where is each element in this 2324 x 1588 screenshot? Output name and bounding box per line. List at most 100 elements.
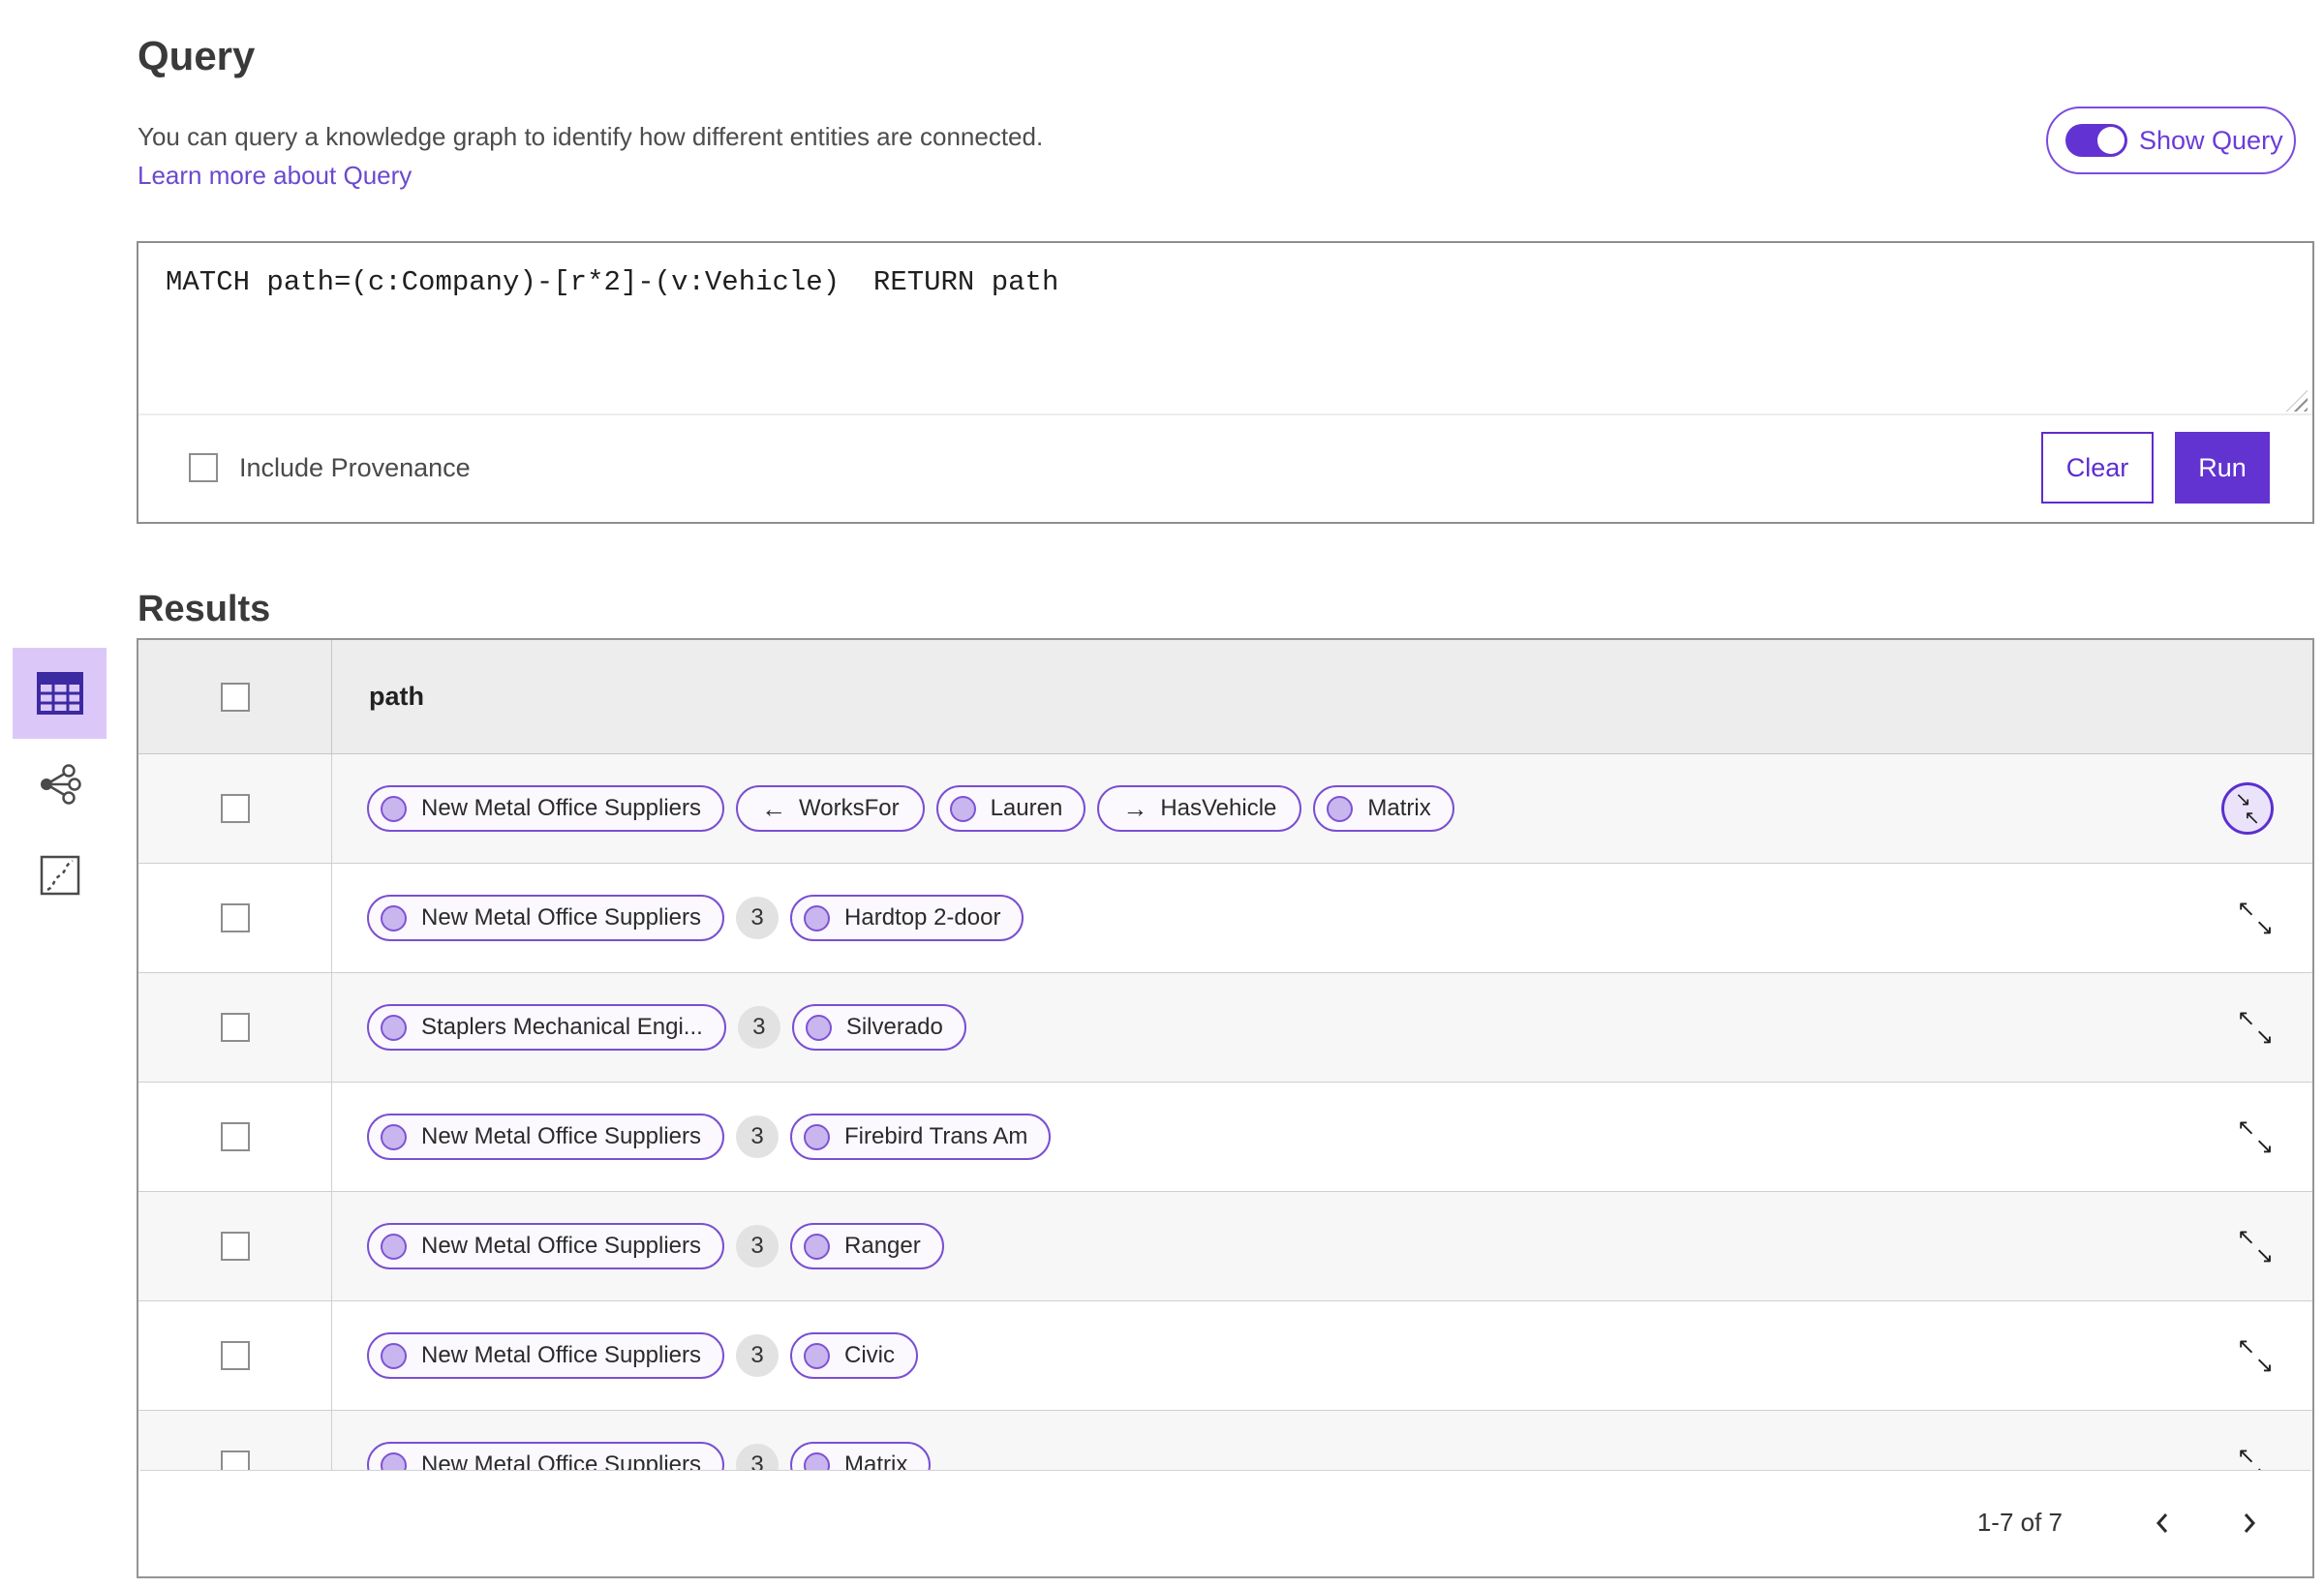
entity-pill[interactable]: Staplers Mechanical Engi... — [367, 1004, 726, 1051]
link-chart-view-icon — [40, 764, 81, 805]
row-checkbox[interactable] — [220, 794, 250, 823]
expand-slot: ↖↘ — [2237, 1115, 2274, 1158]
expand-icon[interactable]: ↖↘ — [2237, 1224, 2274, 1267]
collapsed-count-badge[interactable]: 3 — [737, 1006, 780, 1049]
path-pills: New Metal Office Suppliers 3 Ranger — [367, 1223, 2237, 1269]
select-all-cell — [138, 640, 332, 753]
show-query-toggle[interactable]: Show Query — [2046, 107, 2296, 174]
previous-page-button[interactable] — [2142, 1502, 2185, 1544]
row-checkbox[interactable] — [220, 1122, 250, 1151]
query-footer: Include Provenance Clear Run — [138, 415, 2312, 520]
expand-slot: ↖↘ — [2237, 1005, 2274, 1049]
entity-pill[interactable]: Civic — [790, 1332, 919, 1379]
relationship-label: HasVehicle — [1160, 795, 1277, 821]
entity-pill[interactable]: Hardtop 2-door — [790, 895, 1024, 941]
arrow-se-icon: ↘ — [2254, 914, 2274, 939]
collapsed-count-badge[interactable]: 3 — [736, 1225, 780, 1267]
entity-icon — [804, 904, 831, 931]
arrow-nw-icon: ↖ — [2237, 896, 2256, 921]
entity-pill[interactable]: Ranger — [790, 1223, 944, 1269]
row-checkbox[interactable] — [220, 1451, 250, 1472]
map-view-button[interactable] — [13, 830, 107, 921]
entity-pill[interactable]: Matrix — [790, 1442, 932, 1472]
arrow-nw-icon: ↖ — [2237, 1115, 2256, 1140]
entity-icon — [381, 1342, 407, 1369]
expand-slot: ↖↘ — [2237, 896, 2274, 939]
entity-icon — [804, 1233, 831, 1260]
row-path-cell: New Metal Office Suppliers ← WorksFor Laure… — [332, 754, 2312, 863]
entity-pill[interactable]: New Metal Office Suppliers — [367, 1223, 725, 1269]
collapsed-count-badge[interactable]: 3 — [736, 897, 780, 939]
next-page-button[interactable] — [2227, 1502, 2270, 1544]
learn-more-link[interactable]: Learn more about Query — [138, 161, 412, 191]
query-description: You can query a knowledge graph to ident… — [138, 122, 1044, 151]
row-checkbox-cell — [138, 1192, 332, 1300]
link-chart-view-button[interactable] — [13, 739, 107, 830]
entity-pill[interactable]: New Metal Office Suppliers — [367, 1442, 725, 1472]
expand-icon[interactable]: ↖↘ — [2237, 1005, 2274, 1049]
entity-icon — [381, 904, 407, 931]
show-query-label: Show Query — [2139, 125, 2283, 155]
entity-pill[interactable]: New Metal Office Suppliers — [367, 895, 725, 941]
row-path-cell: Staplers Mechanical Engi... 3 Silverado ↖ ↘ — [332, 973, 2312, 1082]
expand-slot: ↘ ↖ — [2221, 782, 2274, 835]
query-textarea[interactable]: MATCH path=(c:Company)-[r*2]-(v:Vehicle)… — [138, 243, 2312, 415]
relationship-pill[interactable]: ← WorksFor — [736, 785, 925, 832]
expand-icon[interactable]: ↖↘ — [2237, 896, 2274, 939]
clear-button[interactable]: Clear — [2041, 432, 2154, 504]
pagination-bar: 1-7 of 7 — [140, 1470, 2310, 1574]
select-all-checkbox[interactable] — [220, 682, 250, 712]
view-mode-sidebar — [13, 648, 107, 921]
run-button[interactable]: Run — [2175, 432, 2270, 504]
collapsed-count-badge[interactable]: 3 — [736, 1444, 780, 1472]
include-provenance-label: Include Provenance — [239, 452, 471, 482]
table-row: Staplers Mechanical Engi... 3 Silverado ↖ ↘ — [138, 973, 2312, 1083]
path-pills: New Metal Office Suppliers 3 Civic — [367, 1332, 2237, 1379]
row-checkbox[interactable] — [220, 903, 250, 932]
row-checkbox-cell — [138, 754, 332, 863]
row-checkbox[interactable] — [220, 1232, 250, 1261]
collapsed-count-badge[interactable]: 3 — [736, 1334, 780, 1377]
row-checkbox[interactable] — [220, 1013, 250, 1042]
row-checkbox-cell — [138, 1083, 332, 1191]
entity-icon — [805, 1014, 832, 1041]
expand-icon[interactable]: ↖↘ — [2237, 1115, 2274, 1158]
toggle-track-icon[interactable] — [2065, 124, 2127, 157]
arrow-right-icon: → — [1122, 793, 1148, 823]
entity-pill[interactable]: New Metal Office Suppliers — [367, 785, 725, 832]
expand-slot: ↖↘ — [2237, 1333, 2274, 1377]
table-row: New Metal Office Suppliers ← WorksFor Laure… — [138, 754, 2312, 864]
expand-slot: ↖↘ — [2237, 1443, 2274, 1472]
table-view-icon — [36, 672, 83, 715]
entity-pill[interactable]: Silverado — [791, 1004, 966, 1051]
relationship-pill[interactable]: → HasVehicle — [1097, 785, 1302, 832]
path-pills: New Metal Office Suppliers ← WorksFor Laure… — [367, 785, 2221, 832]
include-provenance-checkbox[interactable] — [189, 453, 218, 482]
row-path-cell: New Metal Office Suppliers 3 Ranger ↖ ↘ — [332, 1192, 2312, 1300]
entity-label: Ranger — [844, 1233, 921, 1259]
table-row: New Metal Office Suppliers 3 Civic ↖ ↘ — [138, 1301, 2312, 1411]
table-row: New Metal Office Suppliers 3 Matrix ↖↘ — [138, 1411, 2312, 1472]
row-checkbox[interactable] — [220, 1341, 250, 1370]
entity-pill[interactable]: New Metal Office Suppliers — [367, 1332, 725, 1379]
table-view-button[interactable] — [13, 648, 107, 739]
arrow-se-icon: ↘ — [2254, 1352, 2274, 1377]
entity-label: Staplers Mechanical Engi... — [421, 1014, 703, 1040]
collapsed-count-badge[interactable]: 3 — [736, 1115, 780, 1158]
entity-pill[interactable]: Firebird Trans Am — [790, 1114, 1052, 1160]
entity-label: Matrix — [1367, 795, 1431, 821]
entity-label: New Metal Office Suppliers — [421, 795, 702, 821]
collapse-icon[interactable]: ↘ ↖ — [2221, 782, 2274, 835]
arrow-nw-icon: ↖ — [2244, 808, 2260, 829]
expand-icon[interactable]: ↖↘ — [2237, 1443, 2274, 1472]
entity-icon — [804, 1342, 831, 1369]
expand-icon[interactable]: ↖↘ — [2237, 1333, 2274, 1377]
table-body: New Metal Office Suppliers ← WorksFor Laure… — [138, 754, 2312, 1472]
entity-pill[interactable]: Matrix — [1313, 785, 1454, 832]
table-header-row: path — [138, 640, 2312, 754]
arrow-nw-icon: ↖ — [2237, 1224, 2256, 1249]
entity-pill[interactable]: Lauren — [935, 785, 1086, 832]
entity-pill[interactable]: New Metal Office Suppliers — [367, 1114, 725, 1160]
path-pills: Staplers Mechanical Engi... 3 Silverado — [367, 1004, 2237, 1051]
arrow-se-icon: ↘ — [2254, 1242, 2274, 1267]
